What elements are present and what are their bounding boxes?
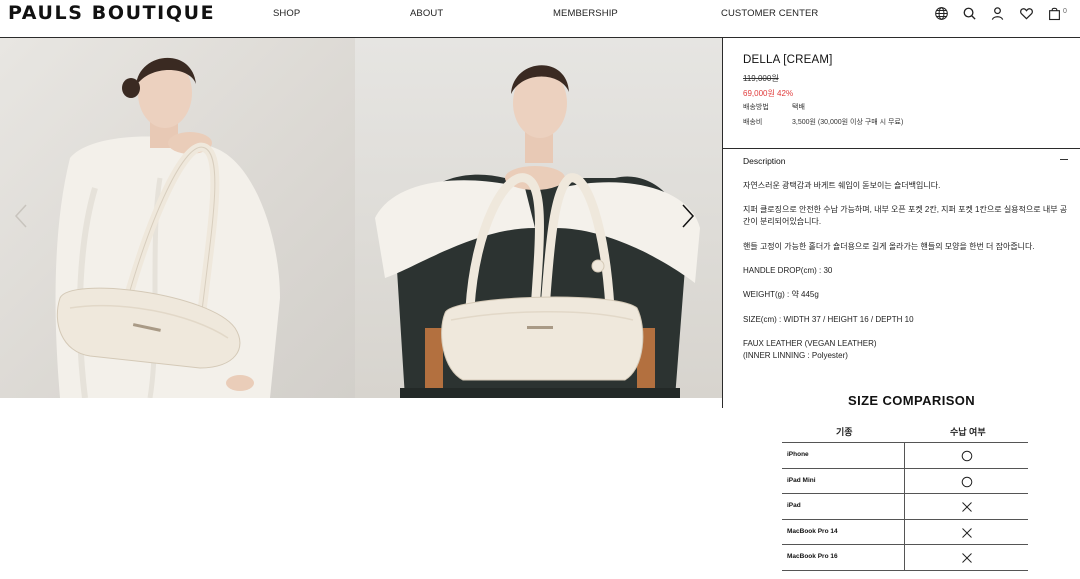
site-header: PAULS BOUTIQUE SHOP ABOUT MEMBERSHIP CUS… <box>0 0 1080 38</box>
product-name: DELLA [CREAM] <box>743 54 833 66</box>
gallery-prev-arrow[interactable] <box>10 202 34 230</box>
brand-logo[interactable]: PAULS BOUTIQUE <box>8 2 215 24</box>
cross-icon <box>962 527 972 538</box>
original-price: 119,000원 <box>743 74 779 83</box>
size-comparison-table: 기종 수납 여부 iPhone iPad Mini iPad MacBook Pro … <box>782 418 1028 571</box>
nav-customer-center[interactable]: CUSTOMER CENTER <box>721 8 818 19</box>
device-name: MacBook Pro 16 <box>787 553 838 561</box>
description-line: (INNER LINNING : Polyester) <box>743 351 848 360</box>
table-row: iPad <box>782 494 1028 520</box>
cross-icon <box>962 553 972 564</box>
globe-icon[interactable] <box>933 5 949 21</box>
minus-icon[interactable] <box>1060 153 1070 165</box>
nav-membership[interactable]: MEMBERSHIP <box>553 8 618 19</box>
device-name: MacBook Pro 14 <box>787 527 838 535</box>
product-photo-model-left <box>0 38 355 398</box>
user-icon[interactable] <box>989 5 1005 21</box>
description-line: SIZE(cm) : WIDTH 37 / HEIGHT 16 / DEPTH … <box>743 315 914 324</box>
shipping-fee-label: 배송비 <box>743 119 763 126</box>
shipping-method-label: 배송방법 <box>743 104 769 111</box>
description-line: 자연스러운 광택감과 바게트 쉐입이 돋보이는 숄더백입니다. <box>743 181 941 190</box>
nav-shop[interactable]: SHOP <box>273 8 300 19</box>
column-divider <box>904 494 905 519</box>
column-divider <box>904 468 905 494</box>
device-name: iPhone <box>787 451 809 458</box>
shipping-method-value: 택배 <box>792 104 805 111</box>
product-photo-model-right <box>355 38 722 398</box>
description-line: WEIGHT(g) : 약 445g <box>743 290 819 299</box>
description-line: HANDLE DROP(cm) : 30 <box>743 266 833 275</box>
column-divider <box>904 443 905 468</box>
column-divider <box>904 519 905 545</box>
heart-icon[interactable] <box>1018 5 1034 21</box>
description-toggle[interactable]: Description <box>743 156 786 166</box>
search-icon[interactable] <box>961 5 977 21</box>
table-row: iPhone <box>782 443 1028 469</box>
sale-price: 69,000원 42% <box>743 89 794 98</box>
table-row: MacBook Pro 14 <box>782 519 1028 546</box>
nav-about[interactable]: ABOUT <box>410 8 443 19</box>
gallery-next-arrow[interactable] <box>675 202 699 230</box>
product-detail-panel: DELLA [CREAM] 119,000원 69,000원 42% 배송방법 … <box>722 38 1080 408</box>
cart-count: 0 <box>1063 8 1067 15</box>
table-row: MacBook Pro 16 <box>782 545 1028 571</box>
circle-icon <box>961 476 973 487</box>
shipping-fee-value: 3,500원 (30,000원 이상 구매 시 무료) <box>792 119 904 126</box>
section-divider <box>723 148 1080 149</box>
device-name: iPad Mini <box>787 476 816 484</box>
table-header: 기종 수납 여부 <box>782 418 1028 443</box>
cross-icon <box>962 502 972 513</box>
product-gallery <box>0 38 722 398</box>
table-row: iPad Mini <box>782 468 1028 495</box>
device-name: iPad <box>787 502 801 510</box>
bag-icon[interactable] <box>1046 5 1062 21</box>
column-divider <box>904 545 905 570</box>
description-line: 핸들 고정이 가능한 홀더가 숄더용으로 길게 올라가는 핸들의 모양을 한번 … <box>743 242 1035 251</box>
size-comparison-title: SIZE COMPARISON <box>848 393 976 408</box>
circle-icon <box>961 450 973 462</box>
description-line: 지퍼 클로징으로 안전한 수납 가능하며, 내부 오픈 포켓 2칸, 지퍼 포켓… <box>743 205 1068 226</box>
header-device: 기종 <box>836 427 853 437</box>
description-line: FAUX LEATHER (VEGAN LEATHER) <box>743 339 877 348</box>
header-fits: 수납 여부 <box>950 427 986 437</box>
